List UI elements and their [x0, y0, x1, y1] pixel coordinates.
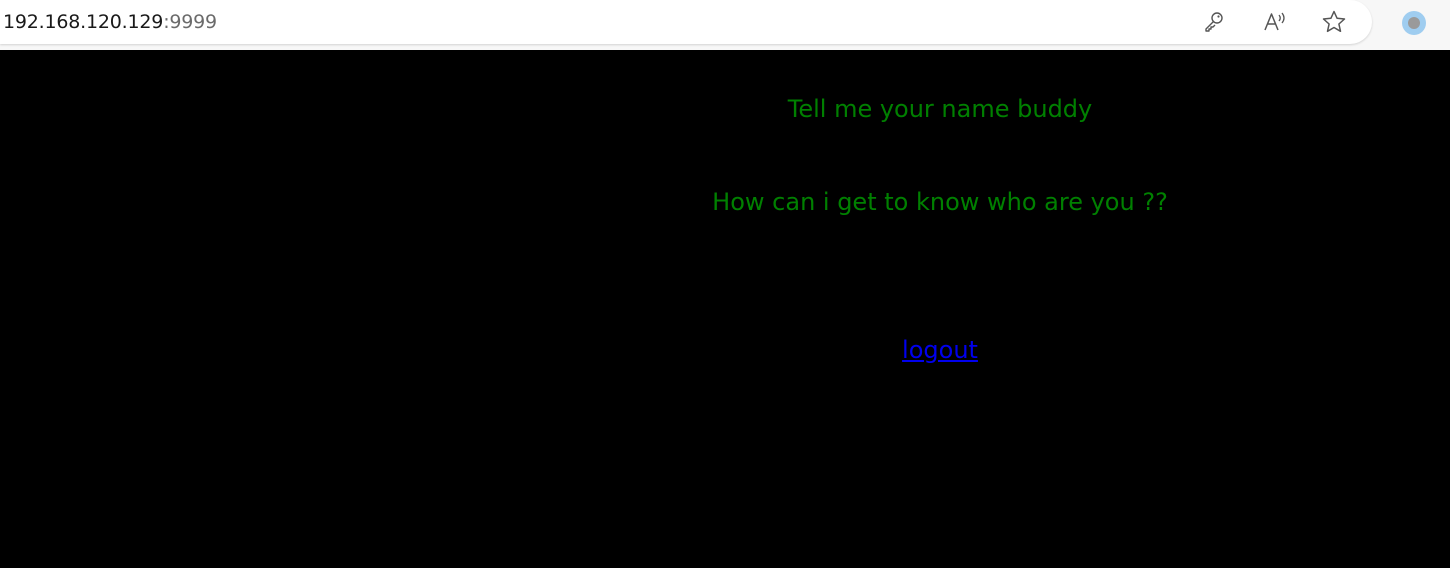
key-icon[interactable]: [1200, 8, 1228, 36]
page-content: Tell me your name buddy How can i get to…: [0, 50, 1450, 568]
logout-link[interactable]: logout: [902, 336, 978, 364]
address-bar[interactable]: 192.168.120.129:9999: [0, 0, 1372, 44]
logout-container: logout: [430, 335, 1450, 365]
name-prompt-heading: Tell me your name buddy: [787, 95, 1093, 123]
url-host: 192.168.120.129: [3, 11, 164, 33]
browser-toolbar: 192.168.120.129:9999: [0, 0, 1450, 50]
url-text[interactable]: 192.168.120.129:9999: [3, 10, 217, 34]
star-icon[interactable]: [1320, 8, 1348, 36]
url-port: :9999: [163, 11, 217, 33]
identity-question-heading: How can i get to know who are you ??: [712, 188, 1168, 216]
profile-icon[interactable]: [1401, 10, 1427, 36]
read-aloud-icon[interactable]: [1261, 8, 1289, 36]
